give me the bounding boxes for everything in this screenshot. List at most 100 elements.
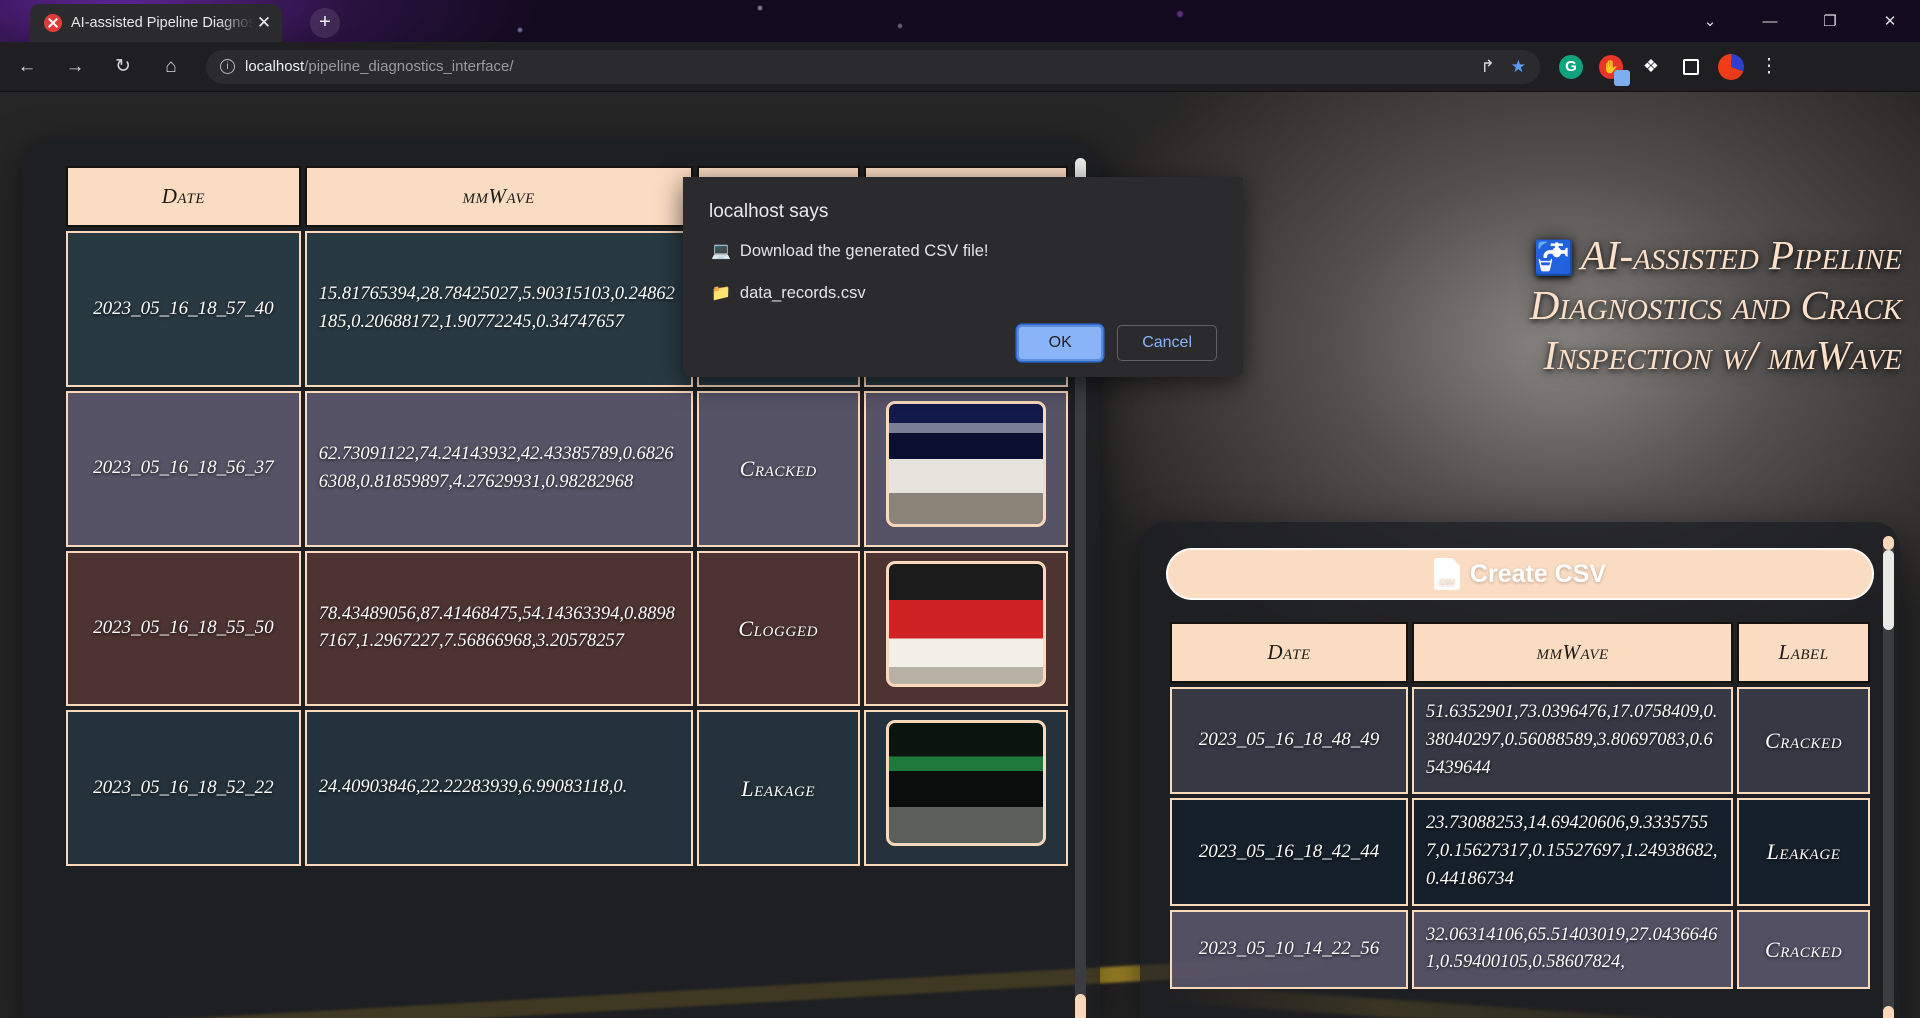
grammarly-extension-icon[interactable]: G bbox=[1554, 50, 1588, 84]
cell-mmwave: 51.6352901,73.0396476,17.0758409,0.38040… bbox=[1412, 687, 1733, 794]
cell-mmwave: 62.73091122,74.24143932,42.43385789,0.68… bbox=[305, 391, 693, 547]
page-title: 🚰AI-assisted Pipeline Diagnostics and Cr… bbox=[1382, 230, 1902, 380]
table-row: 2023_05_16_18_42_4423.73088253,14.694206… bbox=[1170, 798, 1870, 905]
extensions-puzzle-icon[interactable]: ❖ bbox=[1634, 50, 1668, 84]
share-icon[interactable]: ↱ bbox=[1481, 57, 1495, 77]
side-panel-glyph bbox=[1683, 59, 1699, 75]
cell-mmwave: 24.40903846,22.22283939,6.99083118,0. bbox=[305, 710, 693, 866]
browser-tab[interactable]: AI-assisted Pipeline Diagnostics a ✕ bbox=[30, 4, 282, 42]
table-header-row: Date mmWave Label bbox=[1170, 622, 1870, 683]
cell-mmwave: 32.06314106,65.51403019,27.04366461,0.59… bbox=[1412, 910, 1733, 990]
grammarly-glyph: G bbox=[1559, 55, 1583, 79]
column-header-label: Label bbox=[1737, 622, 1870, 683]
cancel-button[interactable]: Cancel bbox=[1117, 325, 1217, 361]
dialog-message: Download the generated CSV file! bbox=[740, 242, 989, 261]
adblock-badge bbox=[1614, 70, 1630, 86]
blocked-site-icon bbox=[44, 14, 62, 32]
csv-table-body: 2023_05_16_18_48_4951.6352901,73.0396476… bbox=[1170, 687, 1870, 989]
csv-preview-table: Date mmWave Label 2023_05_16_18_48_4951.… bbox=[1166, 618, 1874, 993]
chrome-menu-kebab-icon[interactable]: ⋮ bbox=[1754, 50, 1784, 84]
maximize-button[interactable]: ❐ bbox=[1800, 0, 1860, 42]
csv-scroll-area[interactable]: Create CSV Date mmWave Label 2023_05_16_… bbox=[1166, 548, 1874, 1018]
cell-label: Cracked bbox=[1737, 910, 1870, 990]
bookmark-star-icon[interactable]: ★ bbox=[1511, 57, 1526, 77]
page-content: 🚰AI-assisted Pipeline Diagnostics and Cr… bbox=[0, 92, 1920, 1018]
cell-image bbox=[864, 391, 1068, 547]
table-row: 2023_05_10_14_22_5632.06314106,65.514030… bbox=[1170, 910, 1870, 990]
forward-icon[interactable]: → bbox=[54, 46, 96, 88]
tab-strip: AI-assisted Pipeline Diagnostics a ✕ + ⌄… bbox=[0, 0, 1920, 42]
cell-label: Cracked bbox=[697, 391, 860, 547]
left-panel-scrollbar-thumb-end[interactable] bbox=[1075, 994, 1086, 1018]
dialog-message-row: 💻 Download the generated CSV file! bbox=[711, 241, 1217, 261]
column-header-mmwave: mmWave bbox=[1412, 622, 1733, 683]
table-row: 2023_05_16_18_56_3762.73091122,74.241439… bbox=[66, 391, 1068, 547]
tab-title: AI-assisted Pipeline Diagnostics a bbox=[71, 15, 254, 31]
cell-date: 2023_05_16_18_52_22 bbox=[66, 710, 301, 866]
navigation-toolbar: ← → ↻ ⌂ i localhost/pipeline_diagnostics… bbox=[0, 42, 1920, 92]
adblock-glyph: ✋ bbox=[1599, 55, 1623, 79]
table-row: 2023_05_16_18_48_4951.6352901,73.0396476… bbox=[1170, 687, 1870, 794]
dialog-title: localhost says bbox=[709, 201, 1217, 223]
url-path: /pipeline_diagnostics_interface/ bbox=[304, 58, 513, 75]
cell-label: Clogged bbox=[697, 551, 860, 707]
cell-image bbox=[864, 710, 1068, 866]
cell-label: Leakage bbox=[697, 710, 860, 866]
javascript-alert-dialog[interactable]: localhost says 💻 Download the generated … bbox=[683, 177, 1243, 377]
folder-icon: 📁 bbox=[711, 283, 731, 303]
cell-label: Leakage bbox=[1737, 798, 1870, 905]
right-panel-scrollbar[interactable] bbox=[1883, 536, 1894, 1018]
close-window-button[interactable]: ✕ bbox=[1860, 0, 1920, 42]
cell-mmwave: 78.43489056,87.41468475,54.14363394,0.88… bbox=[305, 551, 693, 707]
url-text: localhost/pipeline_diagnostics_interface… bbox=[245, 58, 514, 75]
adblock-extension-icon[interactable]: ✋ bbox=[1594, 50, 1628, 84]
right-panel-scrollbar-thumb[interactable] bbox=[1883, 550, 1894, 630]
record-thumbnail[interactable] bbox=[886, 720, 1046, 846]
chevron-down-button[interactable]: ⌄ bbox=[1680, 0, 1740, 42]
right-panel-scrollbar-bottom-cap[interactable] bbox=[1883, 1006, 1894, 1018]
record-thumbnail[interactable] bbox=[886, 401, 1046, 527]
column-header-mmwave: mmWave bbox=[305, 166, 693, 227]
cell-date: 2023_05_16_18_55_50 bbox=[66, 551, 301, 707]
profile-avatar[interactable] bbox=[1714, 50, 1748, 84]
back-icon[interactable]: ← bbox=[6, 46, 48, 88]
new-tab-button[interactable]: + bbox=[310, 8, 340, 38]
window-controls: ⌄ — ❐ ✕ bbox=[1680, 0, 1920, 42]
url-host: localhost bbox=[245, 58, 304, 75]
cell-date: 2023_05_16_18_42_44 bbox=[1170, 798, 1408, 905]
side-panel-icon[interactable] bbox=[1674, 50, 1708, 84]
record-thumbnail[interactable] bbox=[886, 561, 1046, 687]
omnibox-actions: ↱ ★ bbox=[1481, 57, 1527, 77]
right-panel-scrollbar-top-cap[interactable] bbox=[1883, 536, 1894, 550]
ok-button[interactable]: OK bbox=[1017, 325, 1103, 361]
cell-mmwave: 23.73088253,14.69420606,9.33357557,0.156… bbox=[1412, 798, 1733, 905]
create-csv-button-label: Create CSV bbox=[1470, 560, 1606, 589]
cell-label: Cracked bbox=[1737, 687, 1870, 794]
browser-window: AI-assisted Pipeline Diagnostics a ✕ + ⌄… bbox=[0, 0, 1920, 1018]
cell-date: 2023_05_10_14_22_56 bbox=[1170, 910, 1408, 990]
minimize-button[interactable]: — bbox=[1740, 0, 1800, 42]
table-row: 2023_05_16_18_52_2224.40903846,22.222839… bbox=[66, 710, 1068, 866]
site-info-icon[interactable]: i bbox=[220, 59, 235, 74]
column-header-date: Date bbox=[1170, 622, 1408, 683]
table-row: 2023_05_16_18_55_5078.43489056,87.414684… bbox=[66, 551, 1068, 707]
dialog-button-row: OK Cancel bbox=[1017, 325, 1217, 361]
faucet-icon: 🚰 bbox=[1534, 241, 1575, 277]
reload-icon[interactable]: ↻ bbox=[102, 46, 144, 88]
csv-table-head: Date mmWave Label bbox=[1170, 622, 1870, 683]
page-title-text: AI-assisted Pipeline Diagnostics and Cra… bbox=[1530, 232, 1902, 378]
close-icon[interactable]: ✕ bbox=[254, 13, 274, 33]
cell-image bbox=[864, 551, 1068, 707]
cell-mmwave: 15.81765394,28.78425027,5.90315103,0.248… bbox=[305, 231, 693, 387]
address-bar[interactable]: i localhost/pipeline_diagnostics_interfa… bbox=[206, 50, 1540, 84]
column-header-date: Date bbox=[66, 166, 301, 227]
laptop-icon: 💻 bbox=[711, 241, 731, 261]
create-csv-button[interactable]: Create CSV bbox=[1166, 548, 1874, 600]
home-icon[interactable]: ⌂ bbox=[150, 46, 192, 88]
csv-file-icon bbox=[1434, 558, 1460, 590]
cell-date: 2023_05_16_18_48_49 bbox=[1170, 687, 1408, 794]
dialog-file-row: 📁 data_records.csv bbox=[711, 283, 1217, 303]
extensions-toolbar: G ✋ ❖ ⋮ bbox=[1554, 50, 1784, 84]
cell-date: 2023_05_16_18_56_37 bbox=[66, 391, 301, 547]
avatar-circle bbox=[1718, 54, 1744, 80]
